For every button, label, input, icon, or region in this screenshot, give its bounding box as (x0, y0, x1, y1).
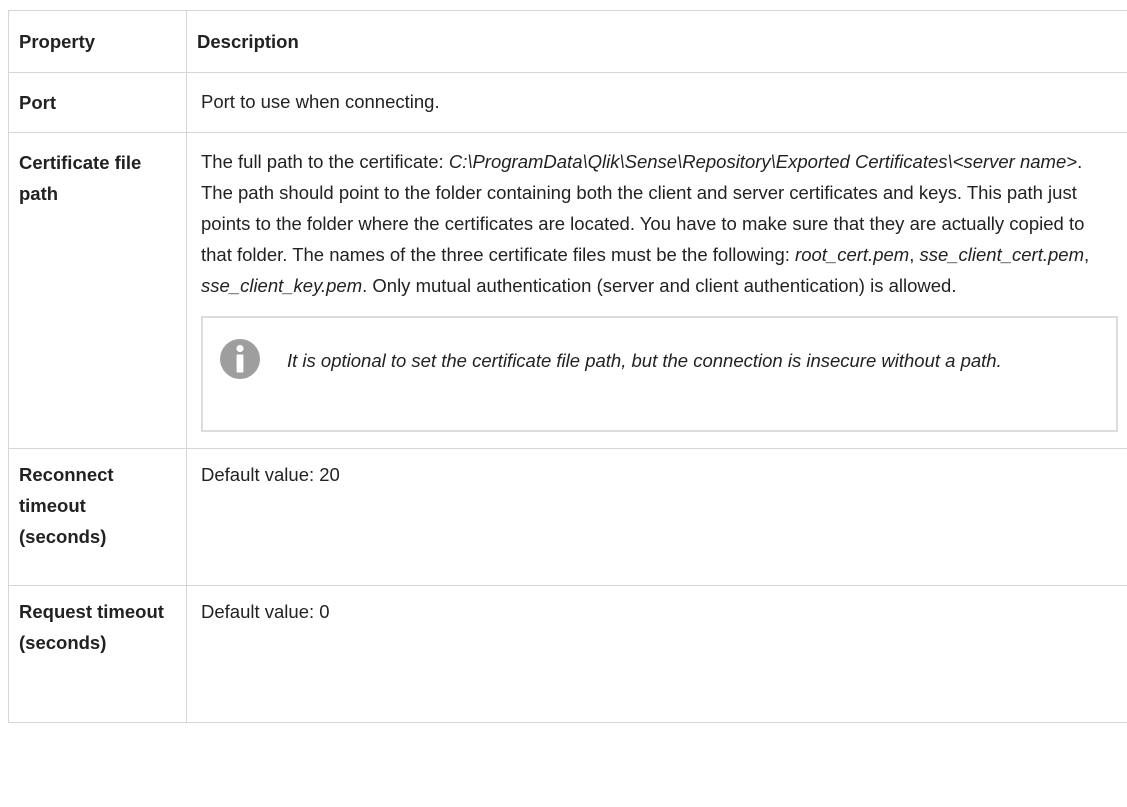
info-icon (220, 339, 260, 379)
separator: , (909, 244, 920, 265)
property-description: Port to use when connecting. (186, 72, 1127, 133)
table-row: Reconnect timeout (seconds) Default valu… (8, 448, 1127, 586)
file-name-client-key: sse_client_key.pem (201, 275, 363, 296)
property-name: Reconnect timeout (seconds) (8, 448, 187, 586)
table-row: Certificate file path The full path to t… (8, 132, 1127, 449)
description-text: . Only mutual authentication (server and… (362, 275, 957, 296)
property-name: Request timeout (seconds) (8, 585, 187, 723)
property-name: Certificate file path (8, 132, 187, 449)
table-header-row: Property Description (8, 10, 1127, 73)
column-header-property: Property (8, 10, 187, 73)
file-name-client-cert: sse_client_cert.pem (919, 244, 1084, 265)
separator: , (1084, 244, 1090, 265)
property-name: Port (8, 72, 187, 133)
property-description: The full path to the certificate: C:\Pro… (186, 132, 1127, 449)
description-text: The full path to the certificate: (201, 151, 449, 172)
note-text: It is optional to set the certificate fi… (287, 350, 1002, 371)
table-row: Request timeout (seconds) Default value:… (8, 585, 1127, 723)
column-header-description: Description (186, 10, 1127, 73)
table-row: Port Port to use when connecting. (8, 72, 1127, 133)
certificate-path-example: C:\ProgramData\Qlik\Sense\Repository\Exp… (448, 151, 1078, 172)
file-name-root-cert: root_cert.pem (795, 244, 910, 265)
properties-table: Property Description Port Port to use wh… (8, 10, 1127, 723)
info-note: It is optional to set the certificate fi… (201, 316, 1118, 432)
property-description: Default value: 20 (186, 448, 1127, 586)
property-description: Default value: 0 (186, 585, 1127, 723)
